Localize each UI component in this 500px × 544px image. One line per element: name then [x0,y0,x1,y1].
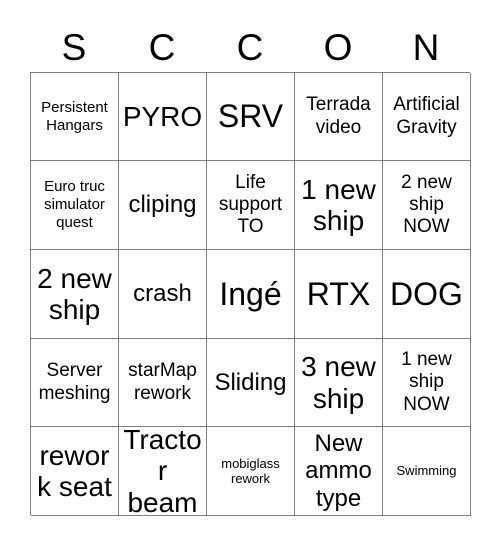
bingo-cell[interactable]: Server meshing [31,339,119,427]
bingo-card: S C C O N Persistent Hangars PYRO SRV Te… [0,0,500,544]
bingo-header: S C C O N [30,22,470,72]
bingo-cell-label: 2 new ship NOW [401,171,452,238]
header-letter-4: O [323,26,353,68]
bingo-cell-label: PYRO [122,100,203,132]
bingo-cell[interactable]: Swimming [383,427,471,516]
bingo-cell[interactable]: Sliding [207,339,295,427]
bingo-cell-label: New ammo type [305,429,372,512]
bingo-cell[interactable]: SRV [207,73,295,161]
bingo-cell-label: Tractor beam [123,427,202,516]
bingo-cell-label: Server meshing [38,360,111,404]
bingo-cell[interactable]: RTX [295,250,383,339]
bingo-cell-label: Life support TO [218,171,283,238]
bingo-cell-label: Euro truc simulator quest [44,178,105,231]
header-letter-3: C [236,26,264,68]
bingo-cell[interactable]: starMap rework [119,339,207,427]
bingo-cell-label: 3 new ship [301,351,376,414]
bingo-cell[interactable]: Life support TO [207,161,295,250]
bingo-cell[interactable]: Artificial Gravity [383,73,471,161]
header-letter-2: C [148,26,176,68]
bingo-cell[interactable]: 2 new ship [31,250,119,339]
bingo-cell-label: Sliding [214,368,287,396]
bingo-cell-label: Artificial Gravity [393,94,460,138]
bingo-cell-label: starMap rework [128,360,197,404]
bingo-cell[interactable]: New ammo type [295,427,383,516]
bingo-cell[interactable]: PYRO [119,73,207,161]
bingo-cell[interactable]: 3 new ship [295,339,383,427]
bingo-cell-label: DOG [390,275,463,312]
bingo-cell-label: Terrada video [306,94,371,138]
bingo-cell-label: 2 new ship [37,262,112,325]
bingo-cell[interactable]: Persistent Hangars [31,73,119,161]
bingo-cell[interactable]: Tractor beam [119,427,207,516]
bingo-cell-label: cliping [128,191,197,219]
header-letter-1: S [61,26,87,68]
bingo-cell[interactable]: 2 new ship NOW [383,161,471,250]
bingo-cell-label: Persistent Hangars [41,98,108,134]
bingo-cell[interactable]: Terrada video [295,73,383,161]
bingo-cell[interactable]: 1 new ship [295,161,383,250]
bingo-cell[interactable]: 1 new ship NOW [383,339,471,427]
bingo-cell[interactable]: crash [119,250,207,339]
bingo-cell-label: RTX [306,275,371,312]
bingo-cell-label: Swimming [396,463,457,479]
bingo-cell-label: crash [133,280,192,308]
bingo-grid: Persistent Hangars PYRO SRV Terrada vide… [30,72,471,516]
header-letter-5: N [412,26,440,68]
bingo-cell-label: mobiglass rework [221,455,280,486]
bingo-cell-label: rework seat [37,439,112,502]
bingo-cell[interactable]: rework seat [31,427,119,516]
bingo-cell-label: SRV [217,98,284,135]
bingo-cell[interactable]: mobiglass rework [207,427,295,516]
bingo-cell-label: Ingé [219,275,282,312]
bingo-cell-label: 1 new ship NOW [401,349,452,415]
bingo-cell[interactable]: DOG [383,250,471,339]
bingo-cell-label: 1 new ship [301,173,376,236]
bingo-cell[interactable]: Euro truc simulator quest [31,161,119,250]
bingo-cell[interactable]: Ingé [207,250,295,339]
bingo-cell[interactable]: cliping [119,161,207,250]
